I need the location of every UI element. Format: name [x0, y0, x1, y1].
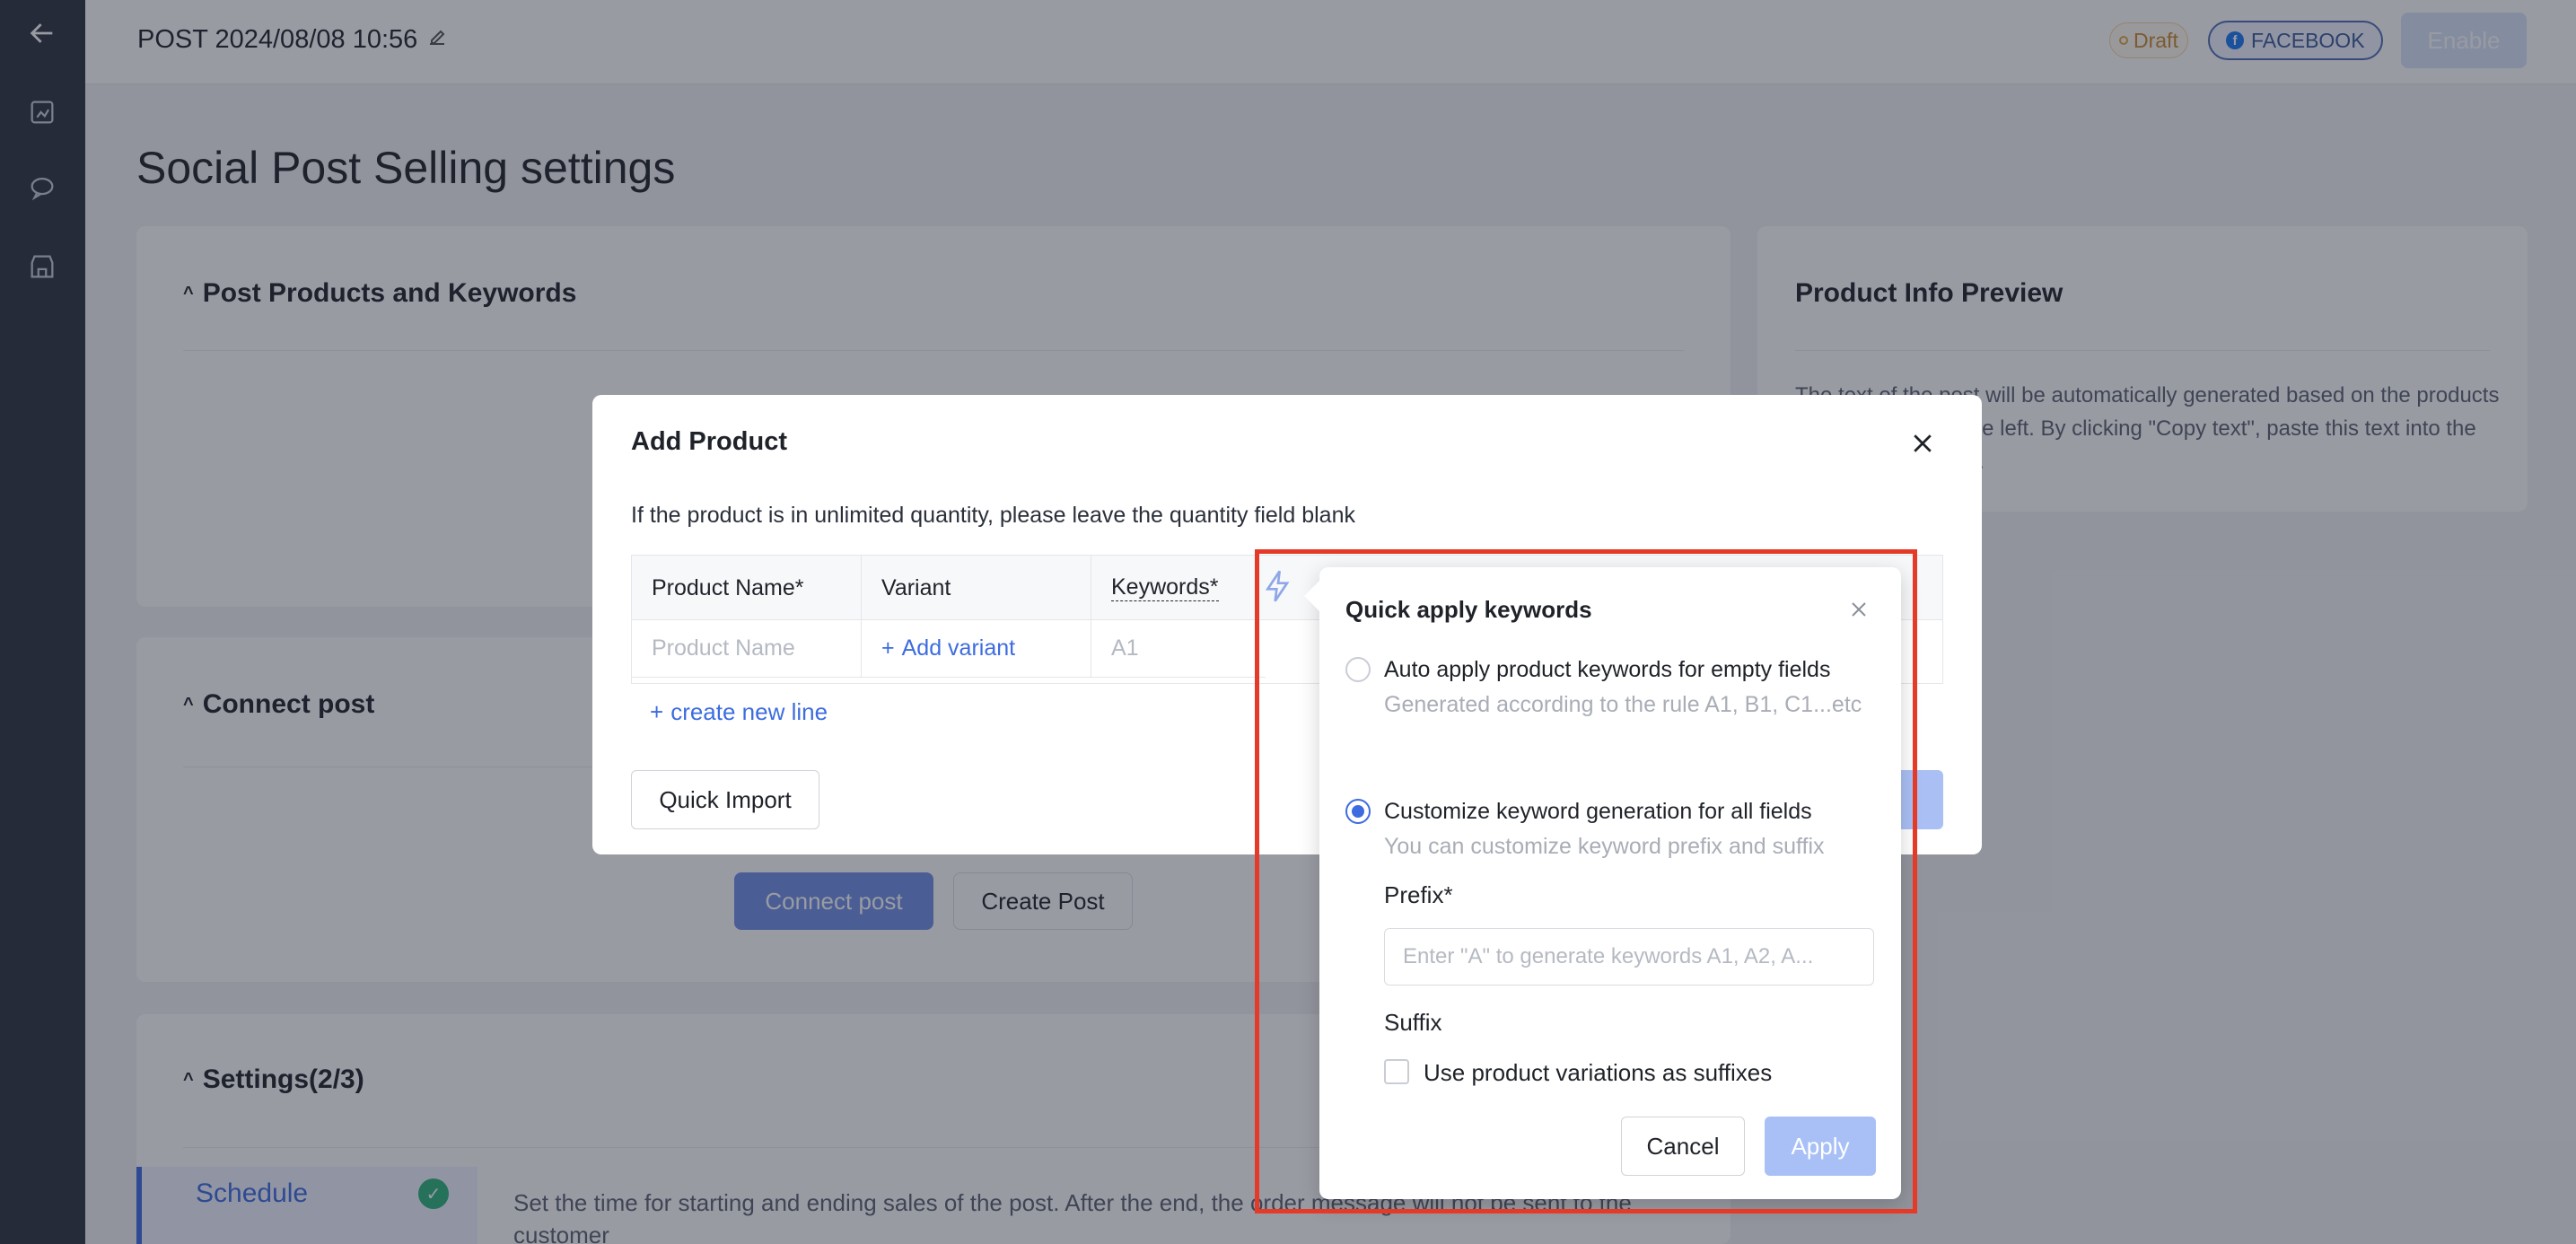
lightning-icon[interactable]: [1260, 568, 1296, 604]
column-header: Product Name*: [632, 556, 862, 620]
quick-import-button[interactable]: Quick Import: [631, 770, 819, 829]
column-header: Variant: [862, 556, 1091, 620]
suffix-checkbox-label: Use product variations as suffixes: [1424, 1059, 1773, 1086]
apply-button[interactable]: Apply: [1765, 1117, 1876, 1176]
radio-auto-apply[interactable]: [1345, 657, 1371, 682]
suffix-label: Suffix: [1384, 1009, 1442, 1036]
suffix-checkbox[interactable]: [1384, 1059, 1409, 1084]
plus-icon: +: [881, 635, 895, 661]
add-variant-link[interactable]: + Add variant: [862, 620, 1091, 678]
close-icon[interactable]: [1905, 425, 1941, 461]
prefix-input[interactable]: [1384, 928, 1874, 986]
option-customize-desc: You can customize keyword prefix and suf…: [1384, 834, 1825, 859]
modal-title: Add Product: [631, 427, 787, 456]
create-new-line-link[interactable]: + create new line: [650, 685, 828, 739]
option-auto-apply-label: Auto apply product keywords for empty fi…: [1384, 657, 1831, 682]
option-auto-apply-desc: Generated according to the rule A1, B1, …: [1384, 692, 1862, 717]
popover-title: Quick apply keywords: [1345, 596, 1592, 623]
column-header: Keywords*: [1111, 574, 1219, 601]
cancel-button[interactable]: Cancel: [1621, 1117, 1745, 1176]
modal-hint: If the product is in unlimited quantity,…: [631, 503, 1355, 528]
prefix-label: Prefix*: [1384, 881, 1453, 908]
plus-icon: +: [650, 697, 664, 725]
keyword-input[interactable]: A1: [1091, 620, 1266, 678]
product-name-input[interactable]: Product Name: [632, 620, 862, 678]
option-customize-label: Customize keyword generation for all fie…: [1384, 799, 1812, 824]
radio-customize[interactable]: [1345, 799, 1371, 824]
quick-apply-popover: Quick apply keywords Auto apply product …: [1304, 567, 1901, 1199]
close-icon[interactable]: [1845, 596, 1872, 623]
